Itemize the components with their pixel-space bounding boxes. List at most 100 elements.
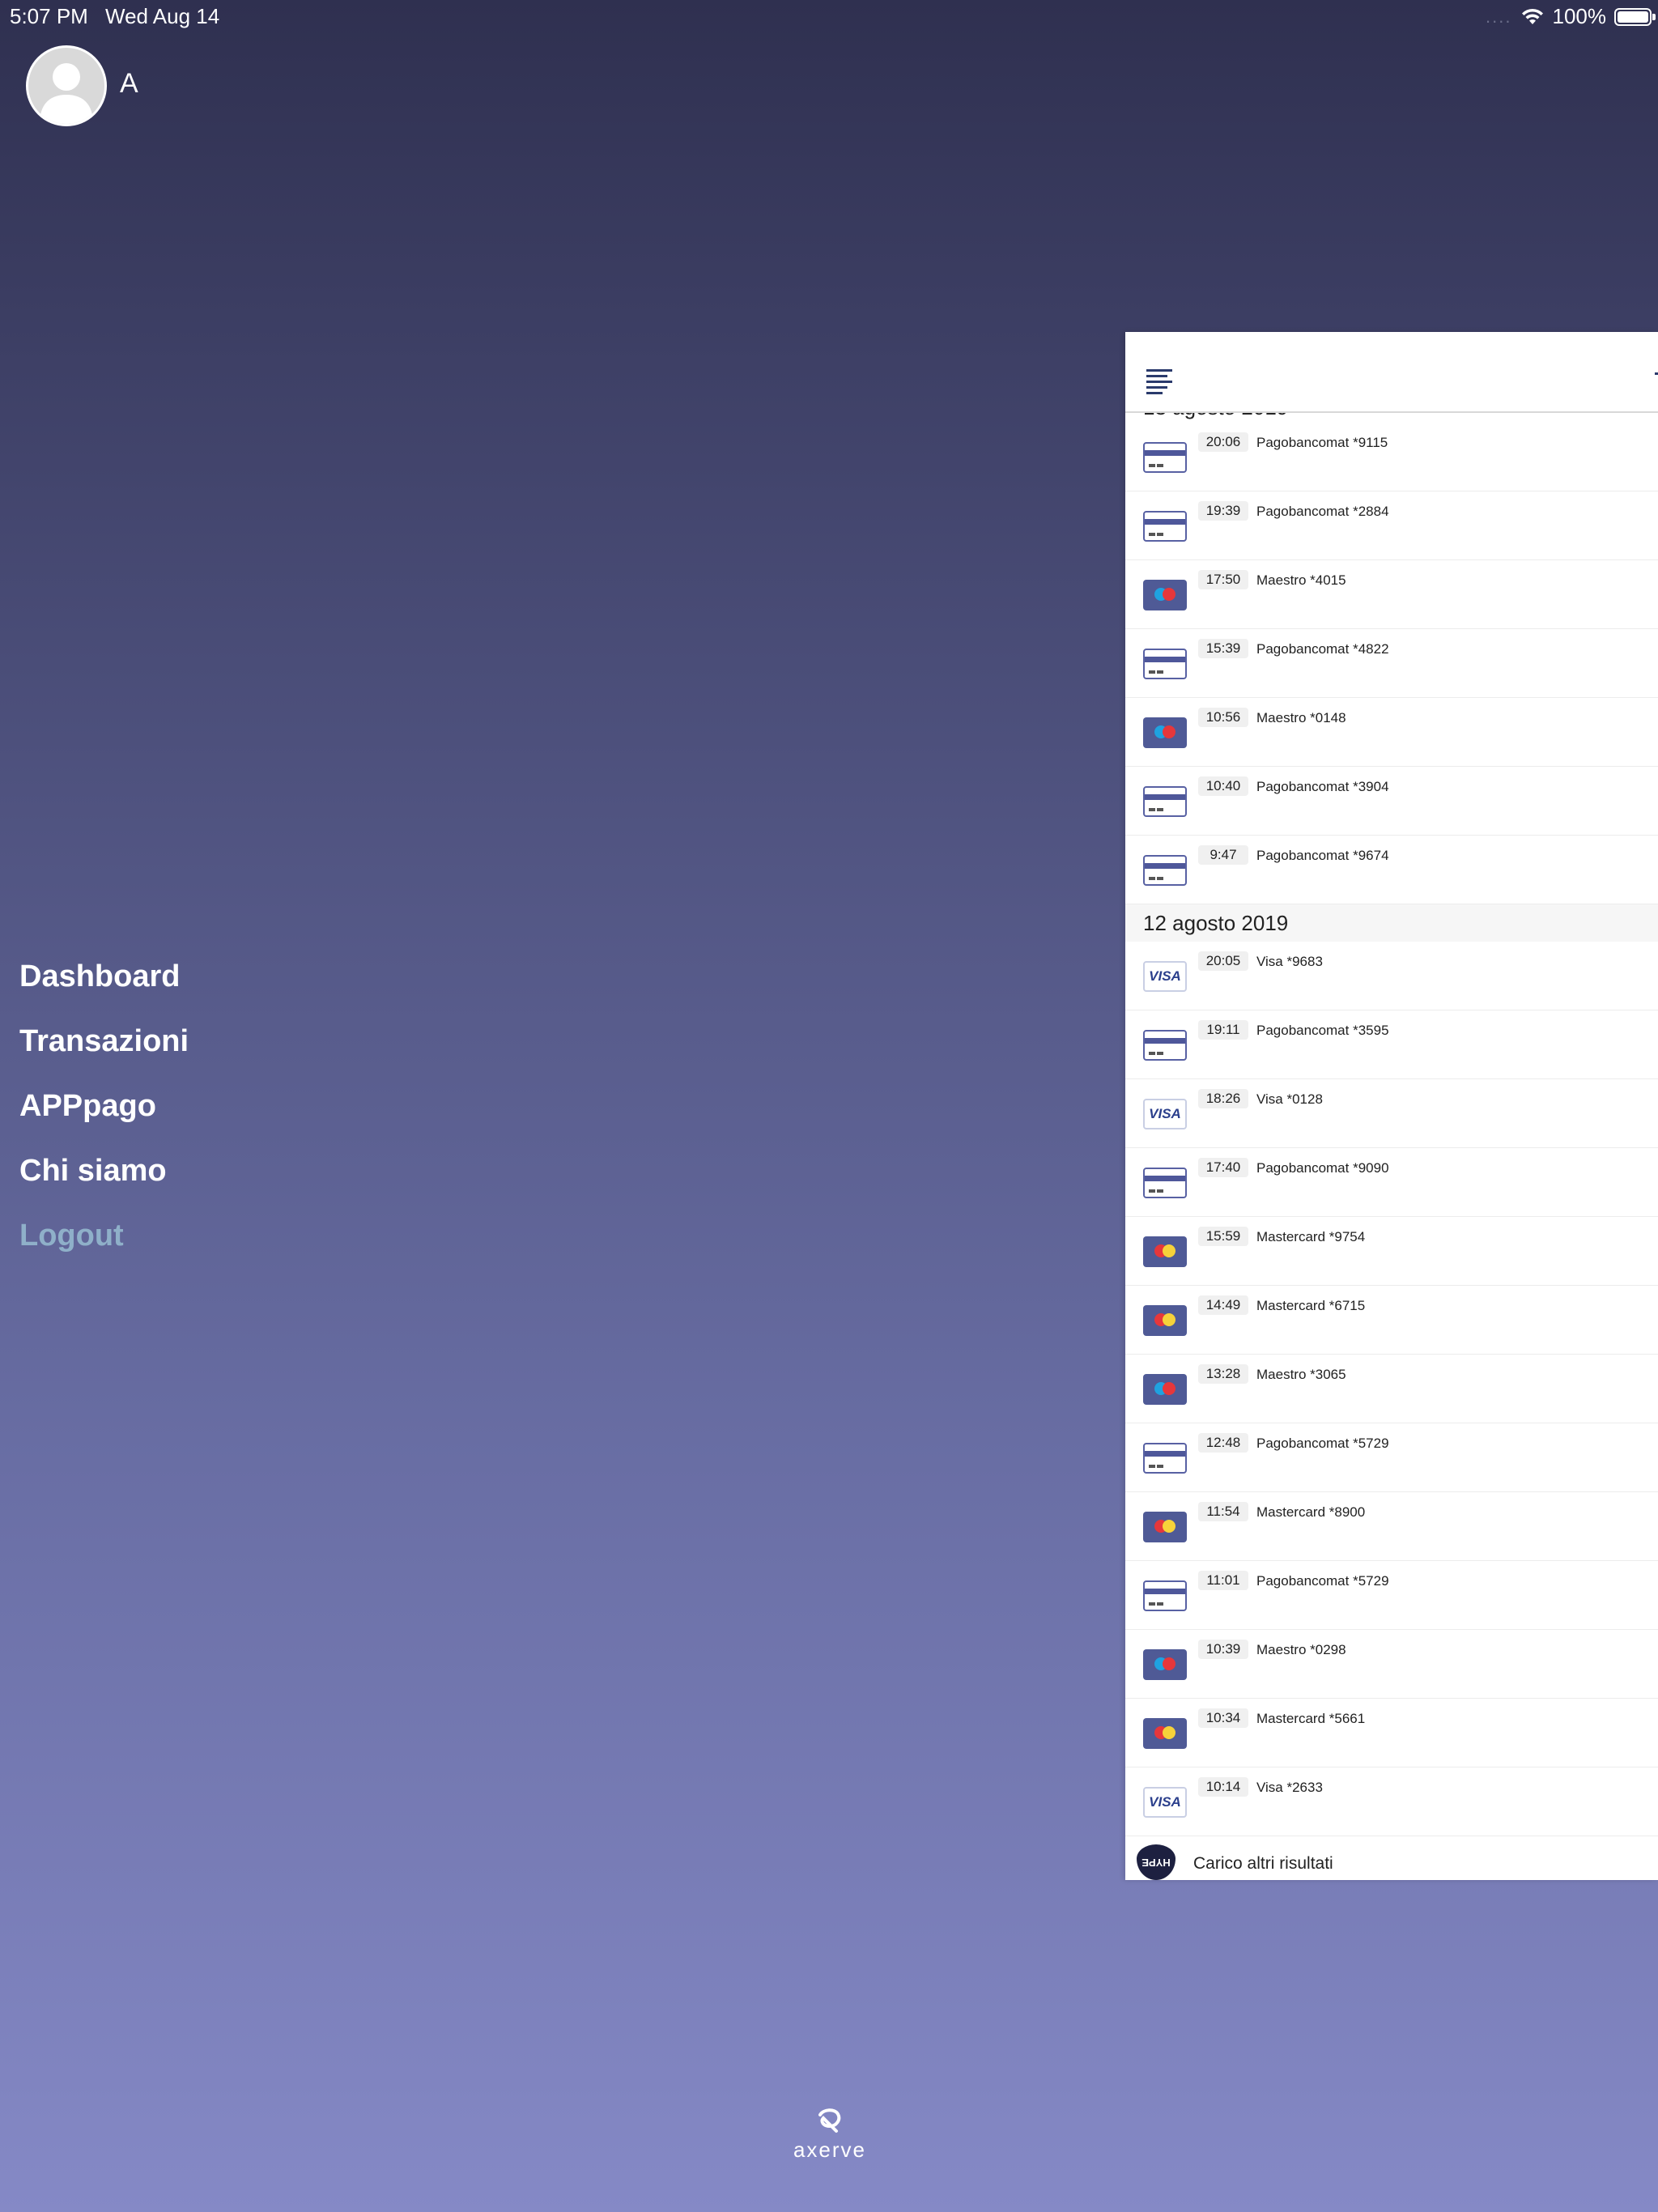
- transaction-row[interactable]: 13:28 Maestro *3065: [1125, 1355, 1658, 1423]
- transaction-card-label: Pagobancomat *5729: [1256, 1573, 1389, 1589]
- transaction-time: 18:26: [1198, 1089, 1248, 1108]
- mastercard-card-icon: [1143, 1512, 1187, 1542]
- transaction-card-label: Maestro *3065: [1256, 1367, 1346, 1382]
- transaction-time: 12:48: [1198, 1433, 1248, 1453]
- transaction-row[interactable]: VISA 10:14 Visa *2633: [1125, 1767, 1658, 1836]
- status-indicators: .... 100%: [1486, 4, 1656, 29]
- transaction-card-label: Maestro *0148: [1256, 710, 1346, 725]
- transaction-card-label: Pagobancomat *5729: [1256, 1436, 1389, 1451]
- visa-card-icon: VISA: [1143, 1099, 1187, 1129]
- transaction-row[interactable]: 11:01 Pagobancomat *5729: [1125, 1561, 1658, 1630]
- maestro-card-icon: [1143, 717, 1187, 748]
- menu-item-logout[interactable]: Logout: [19, 1214, 189, 1279]
- menu-item-apppago[interactable]: APPpago: [19, 1085, 189, 1150]
- transaction-time: 9:47: [1198, 845, 1248, 865]
- avatar[interactable]: [26, 45, 107, 126]
- menu-toggle-icon[interactable]: [1146, 369, 1172, 394]
- menu-item-transazioni[interactable]: Transazioni: [19, 1020, 189, 1085]
- pago-card-icon: [1143, 855, 1187, 886]
- transaction-card-label: Pagobancomat *9115: [1256, 435, 1388, 450]
- transaction-time: 10:40: [1198, 776, 1248, 796]
- transaction-card-label: Pagobancomat *9674: [1256, 848, 1389, 863]
- transaction-time: 15:39: [1198, 639, 1248, 658]
- transaction-card-label: Pagobancomat *9090: [1256, 1160, 1389, 1176]
- transaction-row[interactable]: 20:06 Pagobancomat *9115: [1125, 423, 1658, 491]
- visa-card-icon: VISA: [1143, 961, 1187, 992]
- battery-icon: [1614, 7, 1656, 26]
- transaction-card-label: Pagobancomat *2884: [1256, 504, 1389, 519]
- mastercard-card-icon: [1143, 1236, 1187, 1267]
- transaction-time: 10:56: [1198, 708, 1248, 727]
- transaction-card-label: Mastercard *9754: [1256, 1229, 1366, 1244]
- load-more-button[interactable]: HYPE Carico altri risultati: [1125, 1836, 1658, 1880]
- app-screen: 5:07 PM Wed Aug 14 .... 100% A Dashboard…: [0, 0, 1658, 2212]
- transaction-row[interactable]: 17:40 Pagobancomat *9090: [1125, 1148, 1658, 1217]
- transaction-row[interactable]: VISA 18:26 Visa *0128: [1125, 1079, 1658, 1148]
- transaction-row[interactable]: 19:11 Pagobancomat *3595: [1125, 1010, 1658, 1079]
- battery-percent: 100%: [1552, 4, 1607, 28]
- maestro-card-icon: [1143, 1649, 1187, 1680]
- pago-card-icon: [1143, 1030, 1187, 1061]
- transaction-time: 11:01: [1198, 1571, 1248, 1590]
- pago-card-icon: [1143, 511, 1187, 542]
- transaction-time: 14:49: [1198, 1295, 1248, 1315]
- transaction-row[interactable]: 14:49 Mastercard *6715: [1125, 1286, 1658, 1355]
- transaction-row[interactable]: 12:48 Pagobancomat *5729: [1125, 1423, 1658, 1492]
- header-edge-icon: [1655, 372, 1658, 375]
- transaction-card-label: Pagobancomat *3595: [1256, 1023, 1389, 1038]
- pago-card-icon: [1143, 1580, 1187, 1611]
- transaction-card-label: Visa *9683: [1256, 954, 1323, 969]
- menu-item-dashboard[interactable]: Dashboard: [19, 955, 189, 1020]
- transaction-row[interactable]: 9:47 Pagobancomat *9674: [1125, 836, 1658, 904]
- hype-logo-icon: HYPE: [1137, 1844, 1175, 1880]
- side-menu: Dashboard Transazioni APPpago Chi siamo …: [19, 955, 189, 1279]
- pago-card-icon: [1143, 786, 1187, 817]
- transaction-card-label: Visa *0128: [1256, 1091, 1323, 1107]
- brand-name: axerve: [793, 2138, 867, 2162]
- transaction-list: 20:06 Pagobancomat *9115 19:39 Pagobancomat…: [1125, 423, 1658, 1880]
- transaction-row[interactable]: 10:39 Maestro *0298: [1125, 1630, 1658, 1699]
- user-name: A: [120, 68, 138, 99]
- transaction-time: 13:28: [1198, 1364, 1248, 1384]
- transaction-time: 20:06: [1198, 432, 1248, 452]
- pago-card-icon: [1143, 649, 1187, 679]
- transaction-time: 11:54: [1198, 1502, 1248, 1521]
- transaction-time: 19:39: [1198, 501, 1248, 521]
- transaction-time: 10:39: [1198, 1640, 1248, 1659]
- pago-card-icon: [1143, 442, 1187, 473]
- transaction-row[interactable]: 19:39 Pagobancomat *2884: [1125, 491, 1658, 560]
- transaction-row[interactable]: 11:54 Mastercard *8900: [1125, 1492, 1658, 1561]
- transaction-row[interactable]: 15:59 Mastercard *9754: [1125, 1217, 1658, 1286]
- transaction-row[interactable]: VISA 20:05 Visa *9683: [1125, 942, 1658, 1010]
- visa-card-icon: VISA: [1143, 1787, 1187, 1818]
- transaction-card-label: Mastercard *5661: [1256, 1711, 1366, 1726]
- section-header-12-august: 12 agosto 2019: [1125, 904, 1658, 942]
- axerve-logo-icon: [818, 2108, 841, 2133]
- mastercard-card-icon: [1143, 1305, 1187, 1336]
- status-bar: 5:07 PM Wed Aug 14 .... 100%: [0, 0, 1658, 32]
- transaction-time: 20:05: [1198, 951, 1248, 971]
- transaction-card-label: Pagobancomat *4822: [1256, 641, 1389, 657]
- transaction-row[interactable]: 10:40 Pagobancomat *3904: [1125, 767, 1658, 836]
- transaction-time: 10:34: [1198, 1708, 1248, 1728]
- transaction-row[interactable]: 15:39 Pagobancomat *4822: [1125, 629, 1658, 698]
- transaction-row[interactable]: 10:34 Mastercard *5661: [1125, 1699, 1658, 1767]
- pago-card-icon: [1143, 1168, 1187, 1198]
- transaction-card-label: Visa *2633: [1256, 1780, 1323, 1795]
- status-time: 5:07 PM: [10, 4, 88, 28]
- maestro-card-icon: [1143, 1374, 1187, 1405]
- mastercard-card-icon: [1143, 1718, 1187, 1749]
- pago-card-icon: [1143, 1443, 1187, 1474]
- transaction-time: 19:11: [1198, 1020, 1248, 1040]
- user-silhouette-icon: [40, 63, 93, 124]
- wifi-icon: [1520, 8, 1545, 26]
- transaction-row[interactable]: 17:50 Maestro *4015: [1125, 560, 1658, 629]
- menu-item-chi-siamo[interactable]: Chi siamo: [19, 1150, 189, 1214]
- maestro-card-icon: [1143, 580, 1187, 610]
- transaction-time: 17:50: [1198, 570, 1248, 589]
- transaction-card-label: Maestro *4015: [1256, 572, 1346, 588]
- brand-logo: axerve: [777, 2107, 882, 2163]
- transaction-time: 10:14: [1198, 1777, 1248, 1797]
- transaction-row[interactable]: 10:56 Maestro *0148: [1125, 698, 1658, 767]
- transactions-panel[interactable]: 13 agosto 2019 20:06Pagobancomat *911519…: [1125, 332, 1658, 1880]
